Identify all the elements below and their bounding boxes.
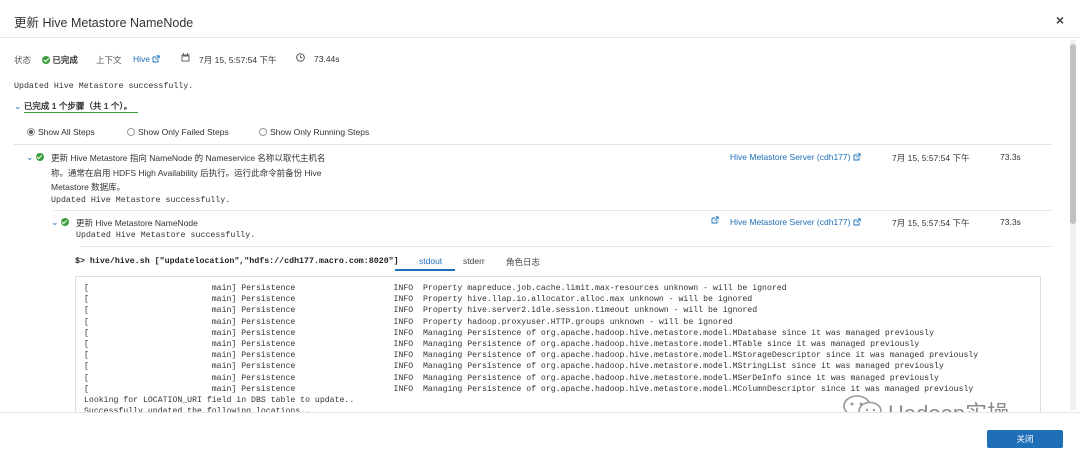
- log-line: [ main] Persistence INFO Managing Persis…: [84, 340, 920, 350]
- radio-selected-icon: [27, 128, 35, 136]
- clock-icon: [296, 53, 305, 64]
- log-line: [ main] Persistence INFO Managing Persis…: [84, 384, 974, 394]
- summary-underline: [24, 112, 138, 113]
- status-message: Updated Hive Metastore successfully.: [14, 82, 194, 91]
- steps-summary-toggle[interactable]: ⌄ 已完成 1 个步骤（共 1 个）。: [14, 100, 132, 112]
- status-label: 状态: [14, 55, 32, 65]
- status-timestamp: 7月 15, 5:57:54 下午: [199, 55, 277, 65]
- stdout-log[interactable]: [ main] Persistence INFO Property mapred…: [75, 276, 1041, 412]
- filter-running-label: Show Only Running Steps: [270, 127, 370, 137]
- status-value: 已完成: [42, 54, 78, 66]
- chevron-down-icon: ⌄: [14, 101, 22, 111]
- dialog-body: 状态 已完成 上下文 Hive 7月 15, 5:57:54 下午 73.44s…: [0, 39, 1068, 412]
- substep-server-link[interactable]: Hive Metastore Server (cdh177): [730, 217, 861, 227]
- substep-duration: 73.3s: [1000, 217, 1021, 227]
- context-label: 上下文: [96, 55, 122, 65]
- tab-stdout[interactable]: stdout: [419, 256, 442, 266]
- check-circle-icon: [60, 218, 69, 226]
- log-line: [ main] Persistence INFO Managing Persis…: [84, 373, 939, 383]
- watermark-text: Hadoop实操: [888, 396, 1009, 412]
- close-button[interactable]: 关闭: [987, 430, 1063, 448]
- log-line: [ main] Persistence INFO Managing Persis…: [84, 328, 935, 338]
- row-divider: [54, 210, 1052, 211]
- check-circle-icon: [42, 56, 50, 64]
- filter-all-label: Show All Steps: [38, 127, 95, 137]
- step-toggle[interactable]: ⌄: [26, 152, 44, 163]
- log-line: [ main] Persistence INFO Managing Persis…: [84, 362, 944, 372]
- close-icon[interactable]: ×: [1056, 12, 1064, 28]
- scrollbar-thumb[interactable]: [1070, 44, 1076, 224]
- step-server-text: Hive Metastore Server (cdh177): [730, 152, 851, 162]
- status-text: 已完成: [52, 55, 78, 65]
- substep-message: Updated Hive Metastore successfully.: [76, 231, 256, 240]
- step-description-line: 称。通常在启用 HDFS High Availability 后执行。运行此命令…: [51, 168, 322, 178]
- chevron-down-icon: ⌄: [26, 152, 34, 162]
- filter-running-steps[interactable]: Show Only Running Steps: [259, 127, 369, 137]
- chevron-down-icon: ⌄: [51, 217, 59, 227]
- step-time: 7月 15, 5:57:54 下午: [892, 153, 970, 163]
- tab-stderr[interactable]: stderr: [463, 256, 485, 266]
- filter-failed-label: Show Only Failed Steps: [138, 127, 229, 137]
- steps-summary-text: 已完成 1 个步骤（共 1 个）。: [23, 101, 133, 111]
- dialog-header: 更新 Hive Metastore NameNode ×: [0, 0, 1080, 38]
- filter-all-steps[interactable]: Show All Steps: [27, 127, 95, 137]
- external-link-icon: [853, 218, 861, 226]
- step-server-link[interactable]: Hive Metastore Server (cdh177): [730, 152, 861, 162]
- substep-server-text: Hive Metastore Server (cdh177): [730, 217, 851, 227]
- log-line: [ main] Persistence INFO Property hadoop…: [84, 317, 733, 327]
- radio-icon: [259, 128, 267, 136]
- step-message: Updated Hive Metastore successfully.: [51, 196, 231, 205]
- log-line: [ main] Persistence INFO Property mapred…: [84, 284, 787, 293]
- context-link[interactable]: Hive: [133, 54, 161, 64]
- context-link-text: Hive: [133, 54, 151, 64]
- calendar-icon: [181, 53, 190, 64]
- log-line: [ main] Persistence INFO Property hive.s…: [84, 306, 758, 316]
- filter-failed-steps[interactable]: Show Only Failed Steps: [127, 127, 229, 137]
- active-tab-indicator: [395, 269, 455, 271]
- dialog-title: 更新 Hive Metastore NameNode: [14, 16, 194, 30]
- scrollbar[interactable]: [1070, 40, 1076, 410]
- tab-role-log[interactable]: 角色日志: [506, 256, 540, 268]
- substep-name: 更新 Hive Metastore NameNode: [76, 218, 198, 228]
- log-line: [ main] Persistence INFO Managing Persis…: [84, 351, 979, 361]
- check-circle-icon: [35, 153, 44, 161]
- external-link-icon: [853, 153, 861, 161]
- step-description-line: 更新 Hive Metastore 指向 NameNode 的 Nameserv…: [51, 153, 326, 163]
- log-line: [ main] Persistence INFO Property hive.l…: [84, 295, 753, 305]
- step-description-line: Metastore 数据库。: [51, 182, 126, 192]
- substep-toggle[interactable]: ⌄: [51, 217, 69, 228]
- radio-icon: [127, 128, 135, 136]
- substep-time: 7月 15, 5:57:54 下午: [892, 218, 970, 228]
- step-duration: 73.3s: [1000, 152, 1021, 162]
- external-link-icon[interactable]: [711, 216, 719, 226]
- dialog-footer: 关闭: [0, 412, 1080, 462]
- status-duration: 73.44s: [314, 54, 340, 64]
- external-link-icon: [152, 55, 161, 63]
- command-line: $> hive/hive.sh ["updatelocation","hdfs:…: [75, 257, 399, 266]
- watermark-icon: [842, 395, 884, 412]
- steps-list: ⌄ 更新 Hive Metastore 指向 NameNode 的 Namese…: [14, 144, 1052, 412]
- row-divider: [80, 246, 1052, 247]
